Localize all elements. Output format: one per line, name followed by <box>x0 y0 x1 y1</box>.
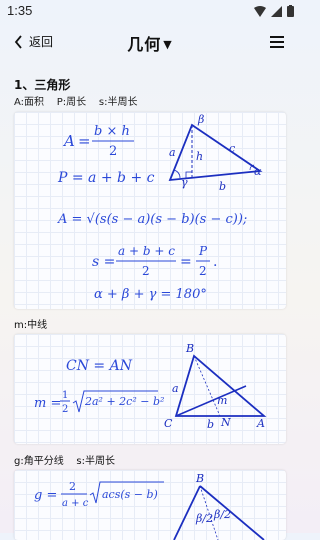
label-m: m <box>217 394 227 407</box>
status-bar: 1:35 <box>0 0 300 24</box>
page-title-text: 几何 <box>127 35 162 54</box>
section-legend-triangle: A:面积 P:周长 s:半周长 <box>14 97 138 108</box>
label-b: b <box>219 180 226 193</box>
label-B: B <box>185 342 194 355</box>
dropdown-arrow-icon: ▼ <box>163 38 173 51</box>
formula-card-median: CN = AN m = 1 2 2a² + 2c² − b² B a m C b… <box>14 334 286 444</box>
bisector-root: acs(s − b) <box>102 488 158 501</box>
median-root: 2a² + 2c² − b² <box>84 395 164 408</box>
battery-icon <box>287 5 294 17</box>
bisector-triangle-figure: B β/2 β/2 <box>173 472 265 540</box>
label-N: N <box>220 416 231 429</box>
label-a-median: a <box>172 382 179 395</box>
section-heading-triangle: 1、三角形 <box>14 78 71 92</box>
bisector-den: a + c <box>62 498 89 509</box>
label-half-beta-2: β/2 <box>213 508 231 521</box>
label-alpha: α <box>254 165 262 178</box>
signal-icon <box>271 5 282 17</box>
menu-icon[interactable] <box>270 36 284 48</box>
top-bar: 返回 几何 ▼ <box>0 27 300 59</box>
label-C: C <box>164 417 173 430</box>
angle-sum-formula: α + β + γ = 180° <box>94 287 207 302</box>
bisector-formulas-svg: g = 2 a + c acs(s − b) B β/2 β/2 <box>34 472 265 540</box>
label-half-beta-1: β/2 <box>195 512 213 525</box>
semi-p-den: 2 <box>199 264 207 278</box>
median-frac-den: 2 <box>62 404 68 415</box>
label-c: c <box>229 142 235 155</box>
semi-lhs: s = <box>92 254 115 270</box>
label-A: A <box>256 417 265 430</box>
label-gamma: γ <box>181 176 188 189</box>
semi-num: a + b + c <box>118 244 175 258</box>
label-b-median: b <box>207 418 214 431</box>
median-frac-num: 1 <box>62 390 68 401</box>
wifi-icon <box>254 5 266 17</box>
semi-den: 2 <box>142 264 150 278</box>
status-icons <box>254 5 294 17</box>
area-eq: = <box>78 132 91 150</box>
section-heading-median: m:中线 <box>14 320 48 331</box>
label-h: h <box>196 150 203 163</box>
section-heading-bisector: g:角平分线 s:半周长 <box>14 456 116 467</box>
area-den: 2 <box>109 144 117 159</box>
semi-eq2: = <box>180 254 192 270</box>
semi-period: . <box>213 254 217 270</box>
median-formulas-svg: CN = AN m = 1 2 2a² + 2c² − b² B a m C b… <box>34 342 267 431</box>
bisector-num: 2 <box>69 480 76 493</box>
triangle-formulas-svg: A = b × h 2 P = a + b + c β a h c γ α b … <box>57 113 263 302</box>
median-lhs: m = <box>34 396 61 411</box>
semi-p: P <box>198 244 208 258</box>
formula-card-bisector: g = 2 a + c acs(s − b) B β/2 β/2 <box>14 470 286 540</box>
median-triangle-figure: B a m C b N A <box>164 342 267 431</box>
cn-formula: CN = AN <box>66 358 133 374</box>
label-B-bisector: B <box>195 472 204 485</box>
bisector-lhs: g = <box>34 488 57 503</box>
perimeter-formula: P = a + b + c <box>57 170 155 186</box>
area-lhs: A <box>62 132 75 150</box>
label-a: a <box>169 146 176 159</box>
formula-card-triangle: A = b × h 2 P = a + b + c β a h c γ α b … <box>14 112 286 309</box>
label-beta: β <box>197 113 204 126</box>
heron-formula: A = √(s(s − a)(s − b)(s − c)); <box>57 212 247 227</box>
triangle-figure: β a h c γ α b <box>168 113 263 193</box>
page-title[interactable]: 几何 ▼ <box>0 31 300 55</box>
status-time: 1:35 <box>7 3 33 18</box>
area-num: b × h <box>94 124 130 139</box>
